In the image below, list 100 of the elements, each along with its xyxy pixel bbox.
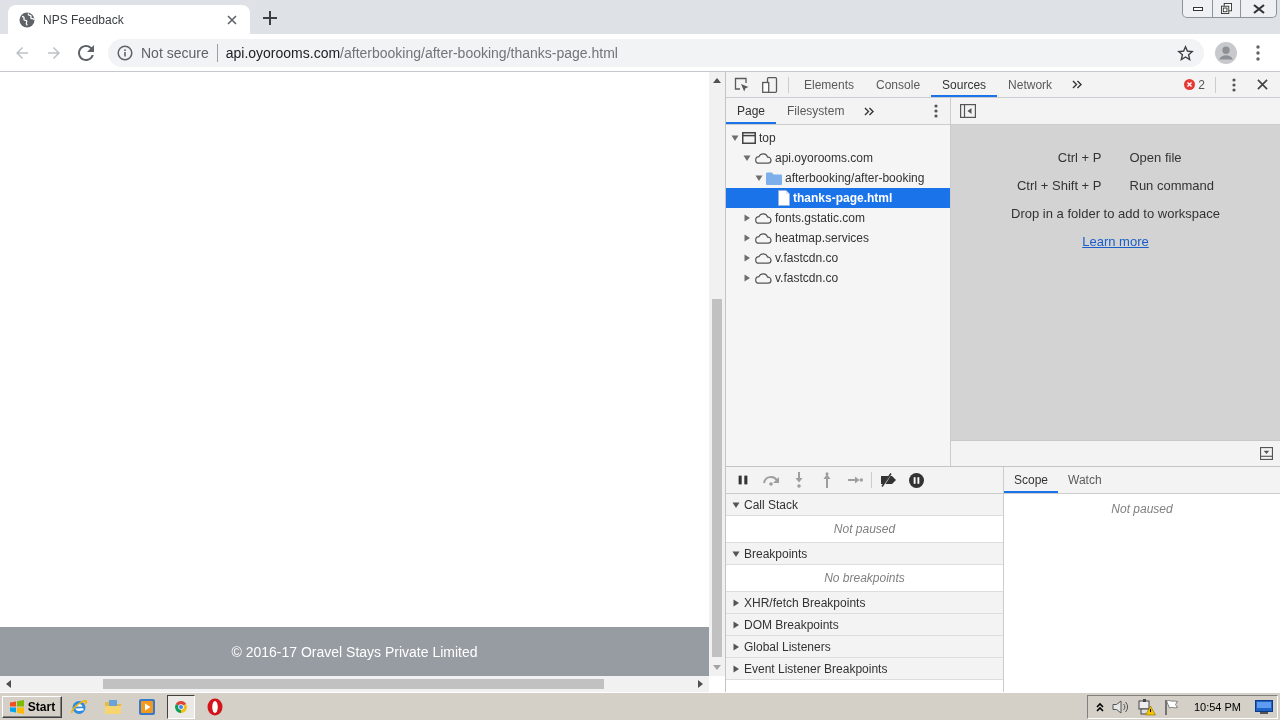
speaker-icon[interactable] — [1111, 698, 1130, 715]
error-count-button[interactable]: 2 — [1178, 72, 1211, 97]
cloud-icon — [754, 252, 772, 264]
expanded-arrow-icon — [732, 500, 740, 509]
clock-text: 10:54 PM — [1193, 700, 1241, 713]
scrollbar-thumb[interactable] — [103, 679, 604, 689]
section-header[interactable]: DOM Breakpoints — [726, 614, 1003, 636]
bookmark-star-icon[interactable] — [1177, 44, 1194, 61]
deactivate-breakpoints-icon — [879, 473, 897, 487]
error-icon — [1184, 79, 1196, 90]
minimize-icon — [1192, 6, 1203, 11]
menu-icon — [934, 104, 938, 118]
vertical-scrollbar[interactable] — [709, 72, 725, 676]
section-header[interactable]: Event Listener Breakpoints — [726, 658, 1003, 680]
file-icon — [778, 190, 790, 206]
scroll-right-icon[interactable] — [698, 680, 703, 688]
scroll-up-icon[interactable] — [713, 78, 721, 83]
step-icon — [847, 475, 863, 485]
url-text: api.oyorooms.com/afterbooking/after-booking/thanks-page.html — [225, 44, 618, 61]
shortcut-keys: Ctrl + Shift + P — [951, 178, 1102, 194]
taskbar-button[interactable] — [167, 694, 195, 719]
inspect-icon — [734, 76, 750, 93]
folder-icon — [104, 698, 122, 715]
collapsed-arrow-icon — [732, 620, 740, 629]
tree-item[interactable]: v.fastcdn.co — [726, 268, 950, 288]
learn-more-link[interactable]: Learn more — [1082, 234, 1149, 250]
frame-icon — [742, 132, 756, 144]
tree-item[interactable]: heatmap.services — [726, 228, 950, 248]
section-header[interactable]: Breakpoints — [726, 543, 1003, 565]
shortcut-action: Run command — [1129, 178, 1216, 194]
collapsed-arrow-icon[interactable] — [743, 254, 751, 262]
avatar-icon — [1215, 41, 1237, 64]
device-icon — [762, 76, 778, 93]
restore-icon — [1221, 3, 1232, 14]
collapsed-arrow-icon[interactable] — [743, 234, 751, 242]
close-icon — [1252, 3, 1265, 14]
plus-icon — [263, 11, 277, 25]
cloud-icon — [754, 232, 772, 244]
status-message: No breakpoints — [824, 571, 905, 585]
section-header[interactable]: XHR/fetch Breakpoints — [726, 592, 1003, 614]
copyright-text: © 2016-17 Oravel Stays Private Limited — [231, 643, 478, 660]
expanded-arrow-icon — [732, 549, 740, 558]
navigator-tab[interactable]: Page — [726, 98, 777, 124]
network-warning-icon[interactable] — [1137, 697, 1156, 716]
play-tile-icon — [138, 697, 156, 716]
windows-flag-icon — [8, 699, 25, 714]
cloud-icon — [754, 272, 772, 284]
scrollbar-thumb[interactable] — [712, 299, 722, 657]
tree-item[interactable]: thanks-page.html — [726, 188, 950, 208]
double-chevron-icon — [864, 106, 875, 116]
flag-icon[interactable] — [1163, 698, 1180, 715]
show-hidden-icons-icon[interactable] — [1095, 701, 1104, 712]
info-icon[interactable] — [117, 44, 133, 61]
sidebar-tab[interactable]: Scope — [1004, 467, 1059, 493]
o-logo-icon — [207, 697, 223, 716]
tree-item[interactable]: top — [726, 128, 950, 148]
section-header[interactable]: Call Stack — [726, 494, 1003, 516]
shortcut-keys: Ctrl + P — [951, 150, 1102, 166]
browser-tab[interactable]: NPS Feedback — [8, 5, 250, 34]
reload-icon — [78, 44, 94, 61]
pause-icon — [736, 473, 750, 487]
tree-item[interactable]: fonts.gstatic.com — [726, 208, 950, 228]
sidebar-toggle-icon — [960, 104, 976, 118]
pause-on-exceptions-icon — [908, 472, 924, 488]
sidebar-tab[interactable]: Watch — [1058, 467, 1112, 493]
expanded-arrow-icon[interactable] — [755, 174, 763, 182]
tree-item[interactable]: v.fastcdn.co — [726, 248, 950, 268]
step-over-icon — [762, 474, 780, 486]
navigator-tab[interactable]: Filesystem — [776, 98, 856, 124]
close-icon — [1256, 79, 1268, 90]
status-message: Not paused — [833, 522, 896, 536]
panel-tab[interactable]: Console — [865, 72, 932, 97]
folder-icon — [766, 171, 782, 185]
panel-tab[interactable]: Network — [997, 72, 1064, 97]
status-message: Not paused — [1111, 502, 1173, 516]
double-chevron-icon — [1072, 80, 1083, 89]
cloud-icon — [754, 212, 772, 224]
panel-tab[interactable]: Elements — [793, 72, 866, 97]
scroll-left-icon[interactable] — [6, 680, 11, 688]
close-tab-icon[interactable] — [227, 14, 237, 25]
menu-icon — [1232, 77, 1236, 92]
security-label: Not secure — [141, 44, 209, 61]
expanded-arrow-icon[interactable] — [743, 154, 751, 162]
address-bar[interactable]: Not secure api.oyorooms.com/afterbooking/after-booking/thanks-page.html — [108, 38, 1204, 67]
tree-item[interactable]: afterbooking/after-booking — [726, 168, 950, 188]
panel-toggle-icon — [1259, 447, 1273, 460]
cloud-icon — [754, 152, 772, 164]
shortcut-action: Open file — [1129, 150, 1183, 166]
e-globe-icon — [70, 697, 88, 716]
collapsed-arrow-icon — [732, 598, 740, 607]
step-out-icon — [822, 472, 832, 488]
step-into-icon — [794, 472, 804, 488]
horizontal-scrollbar[interactable] — [0, 676, 709, 692]
collapsed-arrow-icon[interactable] — [743, 214, 751, 222]
start-button[interactable]: Start — [2, 695, 62, 718]
expanded-arrow-icon[interactable] — [731, 134, 739, 142]
collapsed-arrow-icon[interactable] — [743, 274, 751, 282]
tree-item[interactable]: api.oyorooms.com — [726, 148, 950, 168]
section-header[interactable]: Global Listeners — [726, 636, 1003, 658]
show-desktop-icon[interactable] — [1255, 699, 1273, 714]
